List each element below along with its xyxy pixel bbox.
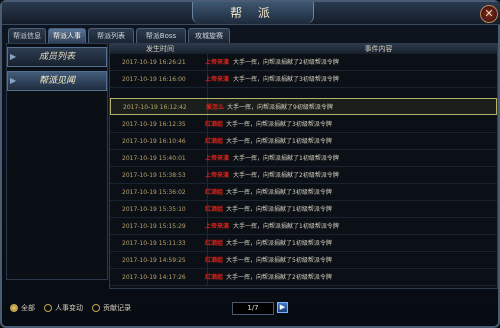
table-row[interactable]: 2017-10-19 16:26:21 上帝来演 大手一挥，向帮派捐献了2初级帮… — [110, 54, 497, 71]
next-page-button[interactable]: ▶ — [277, 302, 288, 313]
row-actor[interactable]: 红酒姐 — [205, 201, 223, 218]
guild-window: 帮 派 ✕ 帮派信息 帮派人事 帮派列表 帮派Boss 攻城旋赛 ▶ 成员列表 … — [0, 0, 500, 328]
footer-bar: 全部 人事变动 贡献记录 1/7 ▶ — [2, 296, 500, 320]
row-time: 2017-10-19 16:16:00 — [122, 76, 186, 83]
row-actor[interactable]: 红酒姐 — [205, 269, 223, 286]
filter-all[interactable]: 全部 — [10, 302, 35, 314]
row-time: 2017-10-19 16:10:46 — [122, 138, 186, 145]
chevron-right-icon: ▶ — [10, 52, 17, 61]
tab-guild-list[interactable]: 帮派列表 — [88, 28, 134, 43]
row-actor[interactable]: 上帝来演 — [205, 167, 229, 184]
table-row[interactable]: 2017-10-19 15:35:10 红酒姐 大手一挥，向帮派捐献了1初级帮派… — [110, 201, 497, 218]
row-actor[interactable]: 上帝来演 — [205, 150, 229, 167]
row-actor[interactable]: 爱怎么 — [206, 99, 224, 116]
table-row[interactable]: 2017-10-19 15:15:29 上帝来演 大手一挥，向帮派捐献了1初级帮… — [110, 218, 497, 235]
table-row[interactable]: 2017-10-19 14:17:26 红酒姐 大手一挥，向帮派捐献了2初级帮派… — [110, 269, 497, 286]
row-time: 2017-10-19 15:15:29 — [122, 223, 186, 230]
row-time: 2017-10-19 15:40:01 — [122, 155, 186, 162]
row-time: 2017-10-19 16:12:42 — [123, 104, 187, 111]
row-message: 大手一挥，向帮派捐献了3初级帮派令牌 — [226, 189, 332, 196]
tab-guild-boss[interactable]: 帮派Boss — [136, 28, 186, 43]
row-time: 2017-10-19 16:12:35 — [122, 121, 186, 128]
title-bar: 帮 派 ✕ — [2, 2, 500, 25]
row-time: 2017-10-19 15:11:33 — [122, 240, 186, 247]
page-indicator: 1/7 — [232, 302, 274, 315]
filter-all-label: 全部 — [21, 304, 35, 312]
window-title: 帮 派 — [192, 2, 314, 24]
filter-contribution-label: 贡献记录 — [103, 304, 131, 312]
table-header: 发生时间 事件内容 — [110, 44, 497, 54]
close-icon[interactable]: ✕ — [480, 5, 498, 23]
row-message: 大手一挥，向帮派捐献了1初级帮派令牌 — [226, 240, 332, 247]
row-message: 大手一挥，向帮派捐献了3初级帮派令牌 — [233, 76, 339, 83]
row-actor[interactable]: 上帝来演 — [205, 218, 229, 235]
column-content: 事件内容 — [364, 45, 393, 53]
row-message: 大手一挥，向帮派捐献了1初级帮派令牌 — [226, 138, 332, 145]
menu-guild-news[interactable]: ▶ 帮派见闻 — [7, 71, 107, 91]
table-row[interactable]: 2017-10-19 16:16:00 上帝来演 大手一挥，向帮派捐献了3初级帮… — [110, 71, 497, 88]
radio-checked-icon — [10, 304, 18, 312]
filter-contribution[interactable]: 贡献记录 — [92, 302, 131, 314]
tab-guild-info[interactable]: 帮派信息 — [8, 28, 46, 43]
table-row[interactable]: 2017-10-19 16:12:35 红酒姐 大手一挥，向帮派捐献了3初级帮派… — [110, 116, 497, 133]
row-message: 大手一挥，向帮派捐献了2初级帮派令牌 — [233, 59, 339, 66]
table-row[interactable]: 2017-10-19 15:40:01 上帝来演 大手一挥，向帮派捐献了1初级帮… — [110, 150, 497, 167]
menu-member-list[interactable]: ▶ 成员列表 — [7, 47, 107, 67]
row-message: 大手一挥，向帮派捐献了9初级帮派令牌 — [227, 104, 333, 111]
menu-member-list-label: 成员列表 — [38, 52, 75, 62]
table-row[interactable]: 2017-10-19 15:11:33 红酒姐 大手一挥，向帮派捐献了1初级帮派… — [110, 235, 497, 252]
row-message: 大手一挥，向帮派捐献了3初级帮派令牌 — [226, 121, 332, 128]
table-row[interactable]: 2017-10-19 15:36:02 红酒姐 大手一挥，向帮派捐献了3初级帮派… — [110, 184, 497, 201]
row-actor[interactable]: 红酒姐 — [205, 133, 223, 150]
left-menu: ▶ 成员列表 ▶ 帮派见闻 — [6, 43, 108, 280]
row-actor[interactable]: 红酒姐 — [205, 184, 223, 201]
row-time: 2017-10-19 14:59:25 — [122, 257, 186, 264]
event-table: 发生时间 事件内容 2017-10-19 16:26:21 上帝来演 大手一挥，… — [109, 43, 498, 289]
row-time: 2017-10-19 15:36:02 — [122, 189, 186, 196]
column-time: 发生时间 — [146, 45, 174, 53]
row-message: 大手一挥，向帮派捐献了2初级帮派令牌 — [233, 172, 339, 179]
row-message: 大手一挥，向帮派捐献了2初级帮派令牌 — [226, 274, 332, 281]
row-actor[interactable]: 上帝来演 — [205, 71, 229, 88]
row-message: 大手一挥，向帮派捐献了1初级帮派令牌 — [226, 206, 332, 213]
row-actor[interactable]: 红酒姐 — [205, 116, 223, 133]
row-message: 大手一挥，向帮派捐献了1初级帮派令牌 — [233, 155, 339, 162]
row-message: 大手一挥，向帮派捐献了1初级帮派令牌 — [233, 223, 339, 230]
filter-personnel[interactable]: 人事变动 — [44, 302, 83, 314]
row-time: 2017-10-19 15:38:53 — [122, 172, 186, 179]
table-row[interactable]: 2017-10-19 14:59:25 红酒姐 大手一挥，向帮派捐献了5初级帮派… — [110, 252, 497, 269]
menu-guild-news-label: 帮派见闻 — [38, 76, 75, 86]
row-actor[interactable]: 上帝来演 — [205, 54, 229, 71]
row-actor[interactable]: 红酒姐 — [205, 235, 223, 252]
tab-city-siege[interactable]: 攻城旋赛 — [188, 28, 230, 43]
table-row[interactable]: 2017-10-19 16:12:42 爱怎么 大手一挥，向帮派捐献了9初级帮派… — [110, 98, 497, 115]
row-actor[interactable]: 红酒姐 — [205, 252, 223, 269]
table-row[interactable]: 2017-10-19 16:10:46 红酒姐 大手一挥，向帮派捐献了1初级帮派… — [110, 133, 497, 150]
table-row[interactable]: 2017-10-19 15:38:53 上帝来演 大手一挥，向帮派捐献了2初级帮… — [110, 167, 497, 184]
radio-icon — [44, 304, 52, 312]
row-time: 2017-10-19 16:26:21 — [122, 59, 186, 66]
row-time: 2017-10-19 14:17:26 — [122, 274, 186, 281]
chevron-right-icon: ▶ — [10, 76, 17, 85]
row-message: 大手一挥，向帮派捐献了5初级帮派令牌 — [226, 257, 332, 264]
filter-personnel-label: 人事变动 — [55, 304, 83, 312]
tab-guild-personnel[interactable]: 帮派人事 — [48, 28, 86, 43]
radio-icon — [92, 304, 100, 312]
row-time: 2017-10-19 15:35:10 — [122, 206, 186, 213]
